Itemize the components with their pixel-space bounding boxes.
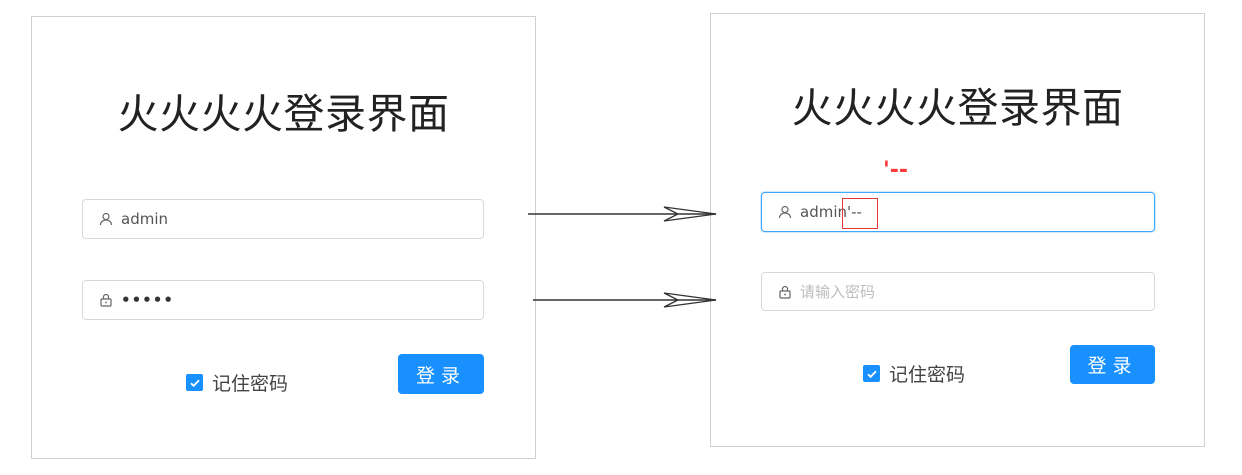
- arrow-icon: [533, 292, 717, 308]
- arrows-layer: [528, 206, 717, 308]
- arrow-icon: [528, 206, 717, 222]
